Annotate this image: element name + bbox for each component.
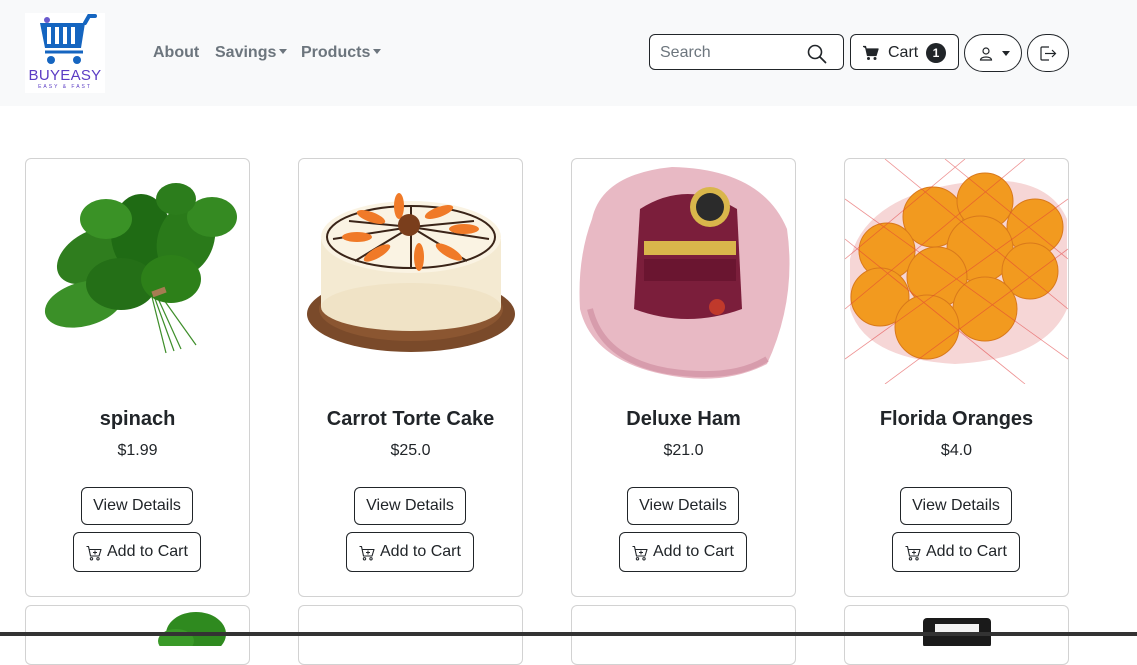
shopping-cart-logo-icon (40, 14, 97, 64)
caret-down-icon (279, 49, 288, 54)
person-icon (979, 47, 993, 61)
product-image-florida-oranges[interactable] (845, 159, 1068, 384)
product-image-partial (158, 612, 226, 656)
view-details-button[interactable]: View Details (81, 487, 193, 525)
view-details-button[interactable]: View Details (627, 487, 739, 525)
product-price: $21.0 (663, 442, 704, 459)
add-to-cart-button[interactable]: Add to Cart (619, 532, 747, 572)
user-menu-button[interactable] (964, 34, 1022, 72)
view-details-button[interactable]: View Details (900, 487, 1012, 525)
buyeasy-logo[interactable]: BUYEASY EASY & FAST (25, 13, 105, 93)
view-details-button[interactable]: View Details (354, 487, 466, 525)
top-navbar: BUYEASY EASY & FAST About Savings Produc… (0, 0, 1137, 106)
cart-plus-icon (359, 545, 375, 561)
cart-count-badge: 1 (926, 43, 946, 63)
add-to-cart-label: Add to Cart (926, 543, 1007, 560)
nav-products-dropdown[interactable]: Products (301, 44, 382, 62)
product-name: Florida Oranges (879, 408, 1034, 430)
nav-savings-label: Savings (215, 44, 277, 61)
product-card: Florida Oranges $4.0 View Details Add to… (844, 158, 1069, 597)
product-image-partial (923, 618, 991, 648)
brand-name: BUYEASY (28, 67, 102, 84)
product-card: Carrot Torte Cake $25.0 View Details Add… (298, 158, 523, 597)
add-to-cart-label: Add to Cart (380, 543, 461, 560)
product-card: spinach $1.99 View Details Add to Cart (25, 158, 250, 597)
cart-label: Cart (888, 44, 919, 61)
add-to-cart-button[interactable]: Add to Cart (73, 532, 201, 572)
nav-about-link[interactable]: About (153, 44, 199, 62)
caret-down-icon (1002, 51, 1010, 56)
product-image-spinach[interactable] (26, 159, 249, 384)
add-to-cart-label: Add to Cart (653, 543, 734, 560)
cart-icon (863, 45, 879, 60)
logout-button[interactable] (1027, 34, 1069, 72)
product-name: Deluxe Ham (626, 408, 741, 430)
product-image-deluxe-ham[interactable] (572, 159, 795, 384)
logout-icon (1040, 46, 1057, 61)
bottom-edge (0, 632, 1137, 636)
search-form (649, 34, 844, 70)
product-image-carrot-torte-cake[interactable] (299, 159, 522, 384)
product-price: $4.0 (940, 442, 973, 459)
product-card: Deluxe Ham $21.0 View Details Add to Car… (571, 158, 796, 597)
product-price: $1.99 (117, 442, 158, 459)
add-to-cart-button[interactable]: Add to Cart (346, 532, 474, 572)
cart-button[interactable]: Cart 1 (850, 34, 959, 70)
add-to-cart-button[interactable]: Add to Cart (892, 532, 1020, 572)
cart-plus-icon (632, 545, 648, 561)
caret-down-icon (373, 49, 382, 54)
product-price: $25.0 (390, 442, 431, 459)
cart-plus-icon (905, 545, 921, 561)
nav-about-label: About (153, 44, 200, 61)
brand-tagline: EASY & FAST (38, 84, 92, 90)
product-name: Carrot Torte Cake (326, 408, 495, 430)
search-input[interactable] (660, 43, 800, 63)
cart-plus-icon (86, 545, 102, 561)
nav-savings-dropdown[interactable]: Savings (215, 44, 288, 62)
nav-products-label: Products (301, 44, 371, 61)
add-to-cart-label: Add to Cart (107, 543, 188, 560)
product-name: spinach (99, 408, 176, 430)
magnifier-icon[interactable] (807, 44, 827, 64)
